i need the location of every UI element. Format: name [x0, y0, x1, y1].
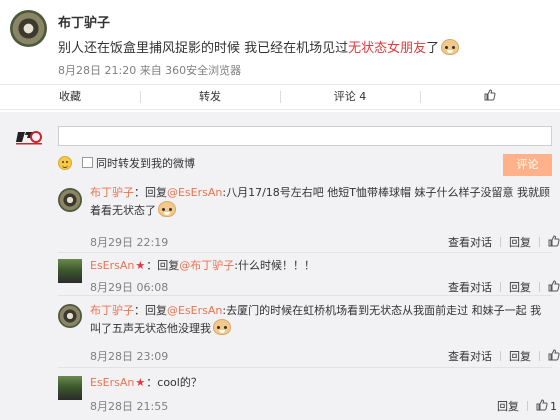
- comment-actions: 查看对话 回复: [448, 348, 560, 364]
- dog-emoji-icon: [441, 39, 460, 55]
- dog-emoji-icon: [158, 201, 176, 217]
- comment-prefix: ：回复: [134, 304, 167, 317]
- comment-date: 8月29日 06:08: [90, 281, 169, 294]
- comment-prefix: ：: [146, 376, 158, 389]
- comment-actions: 回复 1: [497, 398, 557, 414]
- commenter-name[interactable]: 布丁驴子: [90, 186, 134, 199]
- thumbs-up-icon: [484, 89, 496, 101]
- comment-action-divider: [500, 282, 501, 292]
- mention-link[interactable]: @EsErsAn: [167, 186, 222, 199]
- user-logo-icon: [16, 131, 42, 145]
- comment-action-divider: [500, 351, 501, 361]
- reply-link[interactable]: 回复: [509, 279, 531, 295]
- comment-actions: 查看对话 回复: [448, 234, 560, 250]
- favorite-button[interactable]: 收藏: [0, 85, 140, 109]
- comment-body: :什么时候！！！: [234, 259, 315, 272]
- comment-action-divider: [527, 401, 528, 411]
- post-text: 别人还在饭盒里捕风捉影的时候 我已经在机场见过无状态女朋友了: [58, 37, 460, 56]
- also-repost-label: 同时转发到我的微博: [96, 157, 195, 170]
- thumbs-up-icon[interactable]: [536, 399, 548, 411]
- comment-action-divider: [539, 282, 540, 292]
- comment-date: 8月28日 21:55: [90, 400, 169, 413]
- reply-link[interactable]: 回复: [509, 348, 531, 364]
- post-text-highlight: 无状态女朋友: [348, 41, 427, 56]
- comment-action-divider: [539, 351, 540, 361]
- commenter-name[interactable]: EsErsAn: [90, 259, 134, 272]
- post-meta: 8月28日 21:20 来自 360安全浏览器: [58, 64, 242, 77]
- repost-button[interactable]: 转发: [140, 85, 280, 109]
- comment-divider: [58, 252, 552, 253]
- star-badge-icon: ★: [135, 259, 146, 272]
- comment-action-divider: [539, 237, 540, 247]
- thumbs-up-icon[interactable]: [548, 349, 560, 361]
- comment-text: EsErsAn★：cool的？: [90, 374, 550, 391]
- comment-date: 8月28日 23:09: [90, 350, 169, 363]
- comment-text: 布丁驴子：回复@EsErsAn:去厦门的时候在虹桥机场看到无状态从我面前走过 和…: [90, 302, 550, 337]
- view-conversation-link[interactable]: 查看对话: [448, 279, 492, 295]
- comment-button[interactable]: 评论 4: [280, 85, 420, 109]
- emoji-picker-icon[interactable]: [58, 156, 72, 170]
- mention-link[interactable]: @布丁驴子: [179, 259, 234, 272]
- commenter-name[interactable]: EsErsAn: [90, 376, 134, 389]
- commenter-avatar[interactable]: [58, 376, 82, 400]
- comment-prefix: ：回复: [134, 186, 167, 199]
- post-text-part1: 别人还在饭盒里捕风捉影的时候 我已经在机场见过: [58, 41, 349, 56]
- comment-text: EsErsAn★：回复@布丁驴子:什么时候！！！: [90, 257, 550, 274]
- like-count: 1: [550, 400, 557, 413]
- view-conversation-link[interactable]: 查看对话: [448, 234, 492, 250]
- comment-input[interactable]: [58, 126, 552, 146]
- like-button[interactable]: [420, 85, 560, 109]
- thumbs-up-icon[interactable]: [548, 280, 560, 292]
- post-author-name[interactable]: 布丁驴子: [58, 12, 110, 31]
- commenter-avatar[interactable]: [58, 188, 82, 212]
- submit-comment-button[interactable]: 评论: [503, 154, 552, 176]
- commenter-avatar[interactable]: [58, 259, 82, 283]
- comment-divider: [58, 367, 552, 368]
- reply-link[interactable]: 回复: [497, 398, 519, 414]
- comment-text: 布丁驴子：回复@EsErsAn:八月17/18号左右吧 他短T恤带棒球帽 妹子什…: [90, 184, 550, 219]
- post-text-part2: 了: [426, 41, 440, 56]
- author-avatar[interactable]: [10, 10, 47, 47]
- comment-actions: 查看对话 回复: [448, 279, 560, 295]
- star-badge-icon: ★: [135, 376, 146, 389]
- also-repost-checkbox[interactable]: [82, 157, 93, 168]
- comment-action-divider: [500, 237, 501, 247]
- reply-link[interactable]: 回复: [509, 234, 531, 250]
- view-conversation-link[interactable]: 查看对话: [448, 348, 492, 364]
- post-action-bar: 收藏 转发 评论 4: [0, 84, 560, 110]
- mention-link[interactable]: @EsErsAn: [167, 304, 222, 317]
- comment-date: 8月29日 22:19: [90, 236, 169, 249]
- comment-divider: [58, 295, 552, 296]
- thumbs-up-icon[interactable]: [548, 235, 560, 247]
- dog-emoji-icon: [213, 319, 231, 335]
- commenter-avatar[interactable]: [58, 304, 82, 328]
- commenter-name[interactable]: 布丁驴子: [90, 304, 134, 317]
- comment-prefix: ：回复: [146, 259, 180, 272]
- comment-body: cool的？: [157, 376, 202, 389]
- weibo-post: 布丁驴子 别人还在饭盒里捕风捉影的时候 我已经在机场见过无状态女朋友了 8月28…: [0, 0, 560, 82]
- comment-section: 同时转发到我的微博 评论 布丁驴子：回复@EsErsAn:八月17/18号左右吧…: [0, 112, 560, 420]
